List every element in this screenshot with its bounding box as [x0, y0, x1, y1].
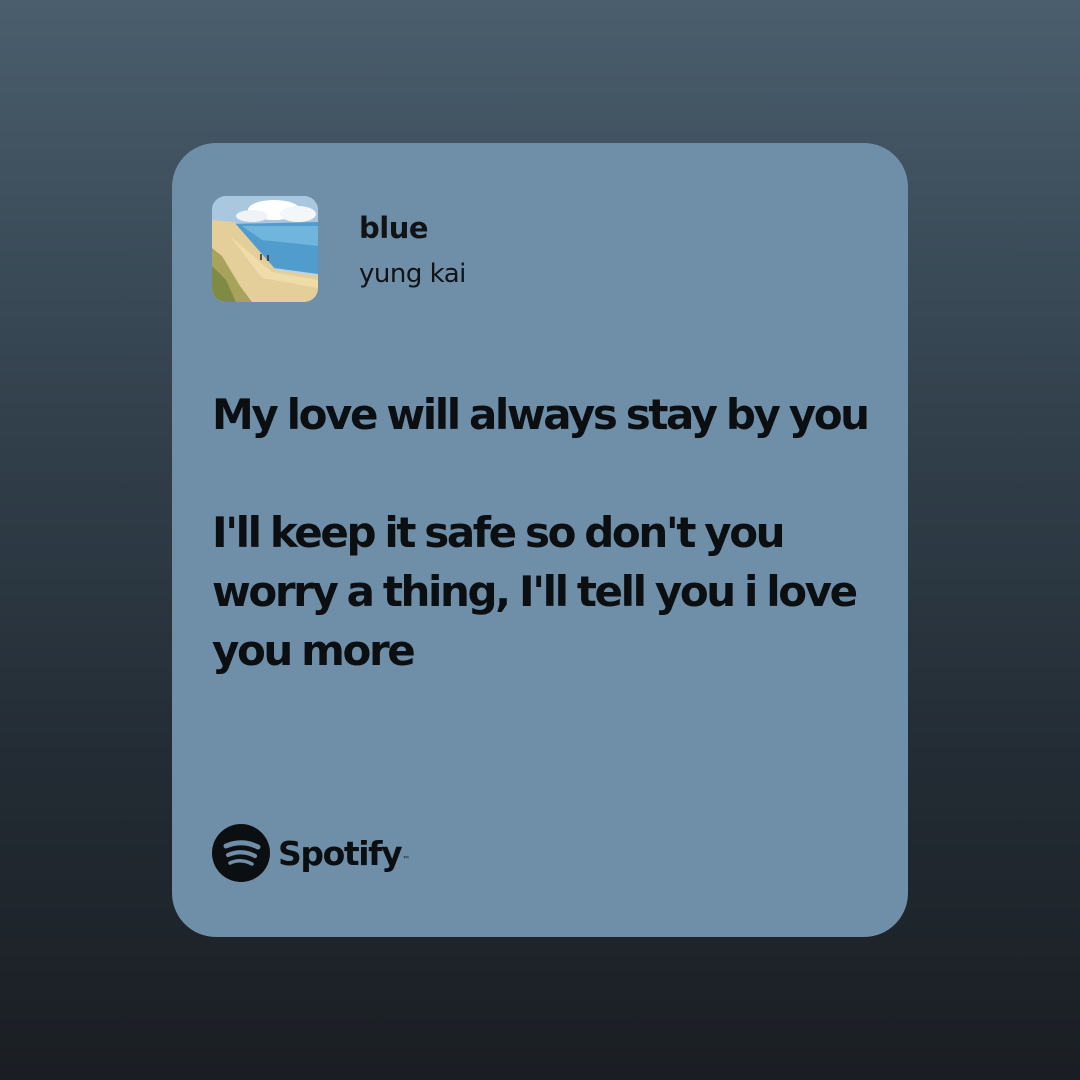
beach-painting-icon — [212, 196, 318, 302]
album-art — [212, 196, 318, 302]
spotify-wordmark: Spotify — [278, 833, 403, 873]
track-artist: yung kai — [359, 259, 466, 289]
lyrics-text: My love will always stay by you I'll kee… — [212, 390, 870, 675]
track-title: blue — [359, 211, 429, 245]
lyrics-share-card: blue yung kai My love will always stay b… — [172, 143, 908, 937]
trademark-symbol: ™ — [402, 854, 411, 864]
spotify-branding: Spotify ™ — [212, 823, 410, 883]
spotify-logo-icon — [212, 824, 270, 882]
